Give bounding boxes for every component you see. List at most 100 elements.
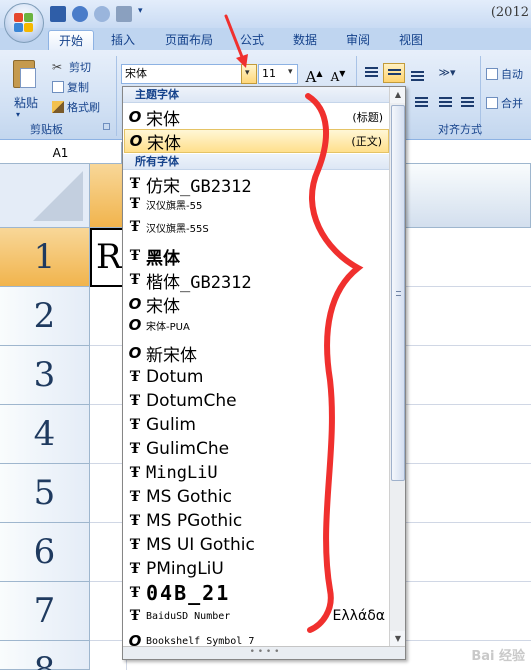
window-title: (2012	[490, 5, 529, 20]
opentype-font-icon: O	[128, 108, 142, 126]
list-item[interactable]: Ŧ MS Gothic	[124, 485, 389, 509]
list-item[interactable]: Ŧ Dotum	[124, 365, 389, 389]
outdent-button[interactable]	[456, 92, 478, 112]
row-header[interactable]: 2	[0, 287, 90, 346]
ribbon-tabs: 开始 插入 页面布局 公式 数据 审阅 视图	[0, 28, 531, 50]
truetype-font-icon: Ŧ	[129, 272, 141, 288]
scroll-thumb[interactable]	[391, 105, 405, 481]
list-item[interactable]: Ŧ MS PGothic	[124, 509, 389, 533]
paste-icon[interactable]	[10, 58, 40, 92]
scissors-icon: ✂	[52, 60, 63, 74]
list-item[interactable]: Ŧ 汉仪旗黑-55	[124, 194, 389, 214]
select-all-corner[interactable]	[0, 164, 90, 228]
merge-button[interactable]: 合并	[486, 94, 523, 112]
redo-icon[interactable]	[94, 6, 110, 22]
decrease-indent-button[interactable]	[410, 92, 432, 112]
align-middle-button[interactable]	[383, 63, 405, 83]
opentype-font-icon: O	[128, 344, 142, 362]
clipboard-group-label: 剪贴板	[30, 123, 63, 136]
copy-button[interactable]: 复制	[52, 78, 89, 96]
paste-button[interactable]: 粘贴	[14, 94, 38, 111]
list-item[interactable]: O 宋体 (正文)	[124, 129, 389, 154]
office-logo-icon	[14, 13, 34, 33]
font-dropdown-button[interactable]: ▾	[241, 64, 257, 84]
quick-access-toolbar: ▾	[50, 5, 146, 23]
list-item[interactable]: Ŧ BaiduSD Number Ελλάδα	[124, 605, 389, 627]
list-item[interactable]: Ŧ 汉仪旗黑-55S	[124, 217, 389, 237]
list-item[interactable]: Ŧ 仿宋_GB2312	[124, 172, 389, 197]
truetype-font-icon: Ŧ	[129, 489, 141, 505]
truetype-font-icon: Ŧ	[129, 561, 141, 577]
tab-view[interactable]: 视图	[391, 30, 431, 50]
calculator-icon[interactable]	[116, 6, 132, 22]
cell-a1[interactable]: R	[90, 228, 126, 287]
format-painter-button[interactable]: 格式刷	[52, 98, 100, 116]
size-dropdown-icon[interactable]: ▾	[288, 67, 293, 77]
list-item[interactable]: Ŧ MingLiU	[124, 461, 389, 485]
list-item[interactable]: O 新宋体	[124, 341, 389, 366]
align-top-button[interactable]	[360, 63, 382, 83]
truetype-font-icon: Ŧ	[129, 248, 141, 264]
align-bottom-button[interactable]	[406, 63, 428, 83]
copy-icon	[52, 81, 64, 93]
tab-formulas[interactable]: 公式	[232, 30, 272, 50]
chevron-down-icon: ▾	[245, 68, 250, 78]
truetype-font-icon: Ŧ	[129, 393, 141, 409]
list-item[interactable]: Ŧ MS UI Gothic	[124, 533, 389, 557]
title-bar: ▾ (2012	[0, 0, 531, 28]
name-box[interactable]: A1	[0, 142, 122, 164]
row-header[interactable]: 3	[0, 346, 90, 405]
save-icon[interactable]	[50, 6, 66, 22]
scroll-up-icon[interactable]: ▲	[390, 87, 405, 103]
dialog-launcher-icon[interactable]	[103, 123, 110, 130]
list-item[interactable]: Ŧ Gulim	[124, 413, 389, 437]
truetype-font-icon: Ŧ	[129, 585, 141, 601]
resize-grip[interactable]: • • • •	[123, 646, 405, 659]
undo-icon[interactable]	[72, 6, 88, 22]
list-item[interactable]: Ŧ GulimChe	[124, 437, 389, 461]
shrink-font-button[interactable]: A▼	[327, 64, 349, 84]
orientation-button[interactable]: ≫▾	[432, 63, 462, 83]
truetype-font-icon: Ŧ	[129, 441, 141, 457]
theme-fonts-header: 主题字体	[123, 87, 389, 103]
list-item[interactable]: O 宋体-PUA	[124, 315, 389, 335]
paintbrush-icon	[52, 101, 64, 113]
cut-button[interactable]: ✂ 剪切	[52, 58, 91, 76]
paste-dropdown-icon[interactable]: ▾	[16, 110, 20, 119]
list-item[interactable]: Ŧ 04B_21	[124, 581, 389, 605]
indent-button[interactable]	[434, 92, 456, 112]
truetype-font-icon: Ŧ	[129, 196, 141, 212]
opentype-font-icon: O	[129, 132, 143, 150]
truetype-font-icon: Ŧ	[129, 369, 141, 385]
qat-dropdown-icon[interactable]: ▾	[138, 6, 146, 22]
row-header[interactable]: 4	[0, 405, 90, 464]
list-item[interactable]: Ŧ 楷体_GB2312	[124, 268, 389, 293]
column-header-a[interactable]	[90, 164, 126, 228]
all-fonts-header: 所有字体	[123, 154, 389, 170]
row-header[interactable]: 7	[0, 582, 90, 641]
tab-home[interactable]: 开始	[48, 30, 94, 50]
tab-page-layout[interactable]: 页面布局	[158, 30, 220, 50]
wrap-text-button[interactable]: 自动	[486, 65, 523, 83]
tab-data[interactable]: 数据	[285, 30, 325, 50]
truetype-font-icon: Ŧ	[129, 465, 141, 481]
list-item[interactable]: Ŧ 黑体	[124, 244, 389, 269]
tab-review[interactable]: 审阅	[338, 30, 378, 50]
grow-font-button[interactable]: A▲	[303, 64, 325, 86]
list-item[interactable]: O 宋体	[124, 292, 389, 317]
font-name-input[interactable]: 宋体	[121, 64, 257, 84]
row-header[interactable]: 1	[0, 228, 90, 287]
tab-insert[interactable]: 插入	[100, 30, 146, 50]
list-item[interactable]: O 宋体 (标题)	[124, 105, 389, 130]
row-header[interactable]: 5	[0, 464, 90, 523]
wrap-text-icon	[486, 68, 498, 80]
list-item[interactable]: Ŧ PMingLiU	[124, 557, 389, 581]
truetype-font-icon: Ŧ	[129, 176, 141, 192]
row-header[interactable]: 8	[0, 641, 90, 670]
font-dropdown-list: 主题字体 O 宋体 (标题) O 宋体 (正文) 所有字体 Ŧ 仿宋_GB231…	[122, 86, 406, 660]
dropdown-scrollbar[interactable]: ▲ ▼	[389, 87, 405, 647]
list-item[interactable]: Ŧ DotumChe	[124, 389, 389, 413]
row-header[interactable]: 6	[0, 523, 90, 582]
office-button[interactable]	[4, 3, 44, 43]
scroll-down-icon[interactable]: ▼	[390, 631, 405, 647]
